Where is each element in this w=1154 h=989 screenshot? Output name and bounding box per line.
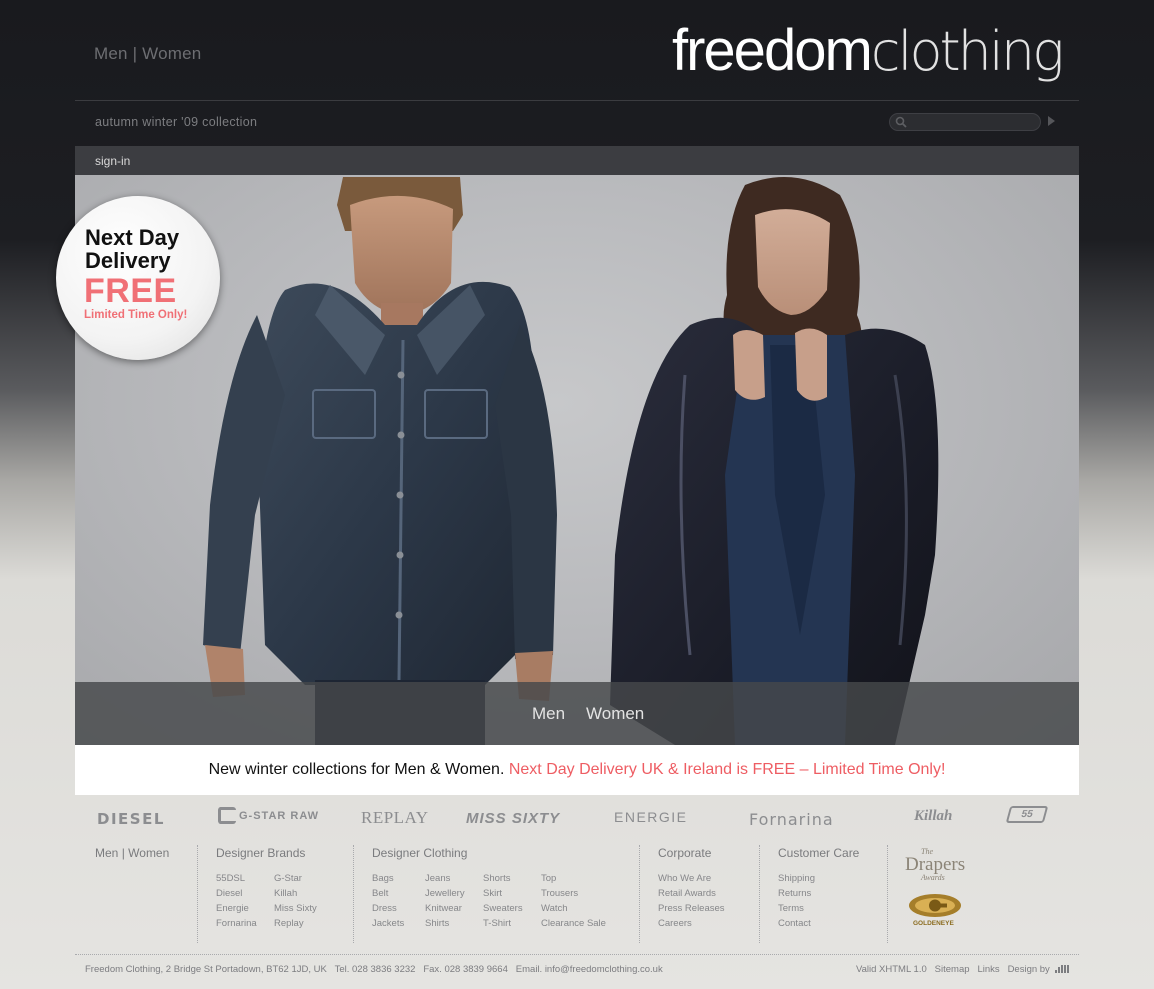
brand-logo-gstar[interactable]: G-STAR RAW: [218, 807, 319, 824]
designer-brands-heading: Designer Brands: [216, 846, 306, 860]
footer-sep: |: [121, 846, 125, 860]
fax: Fax. 028 3839 9664: [423, 964, 508, 975]
promo-highlight: Next Day Delivery UK & Ireland is FREE –…: [508, 761, 946, 778]
drapers-text: Drapers: [905, 854, 966, 875]
footer-link-who-we-are[interactable]: Who We Are: [658, 873, 711, 884]
footer-link-shirts[interactable]: Shirts: [425, 918, 449, 929]
footer-divider: [197, 845, 198, 943]
footer-men-link[interactable]: Men: [95, 846, 118, 860]
footer-divider: [353, 845, 354, 943]
footer-link-dress[interactable]: Dress: [372, 903, 397, 914]
drapers-awards-text: Awards: [921, 873, 945, 882]
brand-logo-energie[interactable]: ENERGIE: [614, 809, 688, 825]
footer-link-retail-awards[interactable]: Retail Awards: [658, 888, 716, 899]
footer-women-link[interactable]: Women: [128, 846, 169, 860]
badge-line-1: Next Day: [85, 225, 180, 250]
footer-link-returns[interactable]: Returns: [778, 888, 811, 899]
design-by-label: Design by: [1007, 964, 1050, 975]
nav-separator: |: [132, 44, 138, 63]
goldeneye-text: GOLDENEYE: [913, 920, 954, 927]
brand-logo-diesel[interactable]: DIESEL: [97, 810, 165, 828]
site-logo[interactable]: freedomclothing: [672, 18, 1065, 85]
footer-link-top[interactable]: Top: [541, 873, 556, 884]
search-input[interactable]: [889, 113, 1041, 131]
address: Freedom Clothing, 2 Bridge St Portadown,…: [85, 964, 327, 975]
footer-link-belt[interactable]: Belt: [372, 888, 388, 899]
badge-free: FREE: [84, 272, 177, 310]
footer-link-gstar[interactable]: G-Star: [274, 873, 302, 884]
brand-logo-fornarina[interactable]: Fornarina: [749, 810, 834, 829]
footer-link-diesel[interactable]: Diesel: [216, 888, 242, 899]
header-divider: [75, 100, 1079, 101]
goldeneye-logo-icon[interactable]: [908, 893, 962, 918]
designer-clothing-heading: Designer Clothing: [372, 846, 468, 860]
footer-link-shorts[interactable]: Shorts: [483, 873, 510, 884]
footer-link-misssixty[interactable]: Miss Sixty: [274, 903, 317, 914]
designer-logo-icon[interactable]: [1055, 964, 1070, 973]
footer-link-terms[interactable]: Terms: [778, 903, 804, 914]
logo-freedom: freedom: [672, 18, 873, 83]
customer-care-heading: Customer Care: [778, 846, 860, 860]
footer-divider-horizontal: [75, 954, 1079, 955]
footer-link-55dsl[interactable]: 55DSL: [216, 873, 245, 884]
logo-clothing: clothing: [870, 20, 1065, 83]
brand-gstar-text: G-STAR RAW: [239, 810, 320, 822]
footer-link-tshirt[interactable]: T-Shirt: [483, 918, 511, 929]
footer-link-trousers[interactable]: Trousers: [541, 888, 578, 899]
nav-men-link[interactable]: Men: [94, 44, 128, 63]
footer-link-jewellery[interactable]: Jewellery: [425, 888, 465, 899]
footer-link-jeans[interactable]: Jeans: [425, 873, 450, 884]
footer-divider: [639, 845, 640, 943]
footer-link-jackets[interactable]: Jackets: [372, 918, 404, 929]
hero-women-link[interactable]: Women: [586, 704, 644, 724]
footer-link-clearance-sale[interactable]: Clearance Sale: [541, 918, 606, 929]
email-link[interactable]: Email. info@freedomclothing.co.uk: [516, 964, 663, 975]
footer-divider: [887, 845, 888, 943]
promo-text: New winter collections for Men & Women.: [208, 761, 505, 778]
brand-logo-misssixty[interactable]: MISS SIXTY: [466, 810, 560, 827]
footer-link-energie[interactable]: Energie: [216, 903, 249, 914]
search-go-arrow-icon[interactable]: [1048, 116, 1055, 126]
footer-links: Valid XHTML 1.0 Sitemap Links Design by: [856, 964, 1070, 975]
sitemap-link[interactable]: Sitemap: [935, 964, 970, 975]
collection-title: autumn winter '09 collection: [95, 115, 258, 129]
footer-link-press-releases[interactable]: Press Releases: [658, 903, 725, 914]
nav-women-link[interactable]: Women: [142, 44, 201, 63]
male-model-image: [203, 177, 557, 745]
footer-divider: [759, 845, 760, 943]
footer-link-knitwear[interactable]: Knitwear: [425, 903, 462, 914]
brand-logo-55dsl[interactable]: 55: [1005, 806, 1049, 823]
brand-logo-killah[interactable]: Killah: [914, 808, 952, 825]
hero-banner: Men Women: [75, 175, 1079, 745]
search-icon: [895, 116, 907, 128]
drapers-awards-logo[interactable]: The Drapers Awards: [905, 848, 965, 882]
footer-link-bags[interactable]: Bags: [372, 873, 394, 884]
footer-link-skirt[interactable]: Skirt: [483, 888, 502, 899]
footer-address: Freedom Clothing, 2 Bridge St Portadown,…: [85, 964, 663, 975]
footer-link-replay[interactable]: Replay: [274, 918, 304, 929]
brand-logo-replay[interactable]: REPLAY: [361, 808, 429, 828]
hero-nav-overlay: [75, 682, 1079, 745]
badge-line-2: Delivery: [85, 248, 171, 273]
footer-link-sweaters[interactable]: Sweaters: [483, 903, 523, 914]
promo-banner: New winter collections for Men & Women. …: [75, 745, 1079, 795]
footer-link-watch[interactable]: Watch: [541, 903, 568, 914]
female-model-image: [610, 177, 939, 745]
footer-link-careers[interactable]: Careers: [658, 918, 692, 929]
badge-limited: Limited Time Only!: [84, 309, 188, 321]
signin-bar: [75, 146, 1079, 175]
footer-menwomen: Men | Women: [95, 846, 169, 860]
footer-link-contact[interactable]: Contact: [778, 918, 811, 929]
corporate-heading: Corporate: [658, 846, 712, 860]
signin-link[interactable]: sign-in: [95, 154, 130, 168]
footer-link-shipping[interactable]: Shipping: [778, 873, 815, 884]
telephone: Tel. 028 3836 3232: [334, 964, 416, 975]
top-nav: Men | Women: [94, 44, 201, 64]
footer-link-killah[interactable]: Killah: [274, 888, 297, 899]
hero-men-link[interactable]: Men: [532, 704, 565, 724]
footer-link-fornarina[interactable]: Fornarina: [216, 918, 257, 929]
links-link[interactable]: Links: [977, 964, 999, 975]
valid-xhtml-link[interactable]: Valid XHTML 1.0: [856, 964, 927, 975]
gstar-icon: [218, 807, 236, 824]
